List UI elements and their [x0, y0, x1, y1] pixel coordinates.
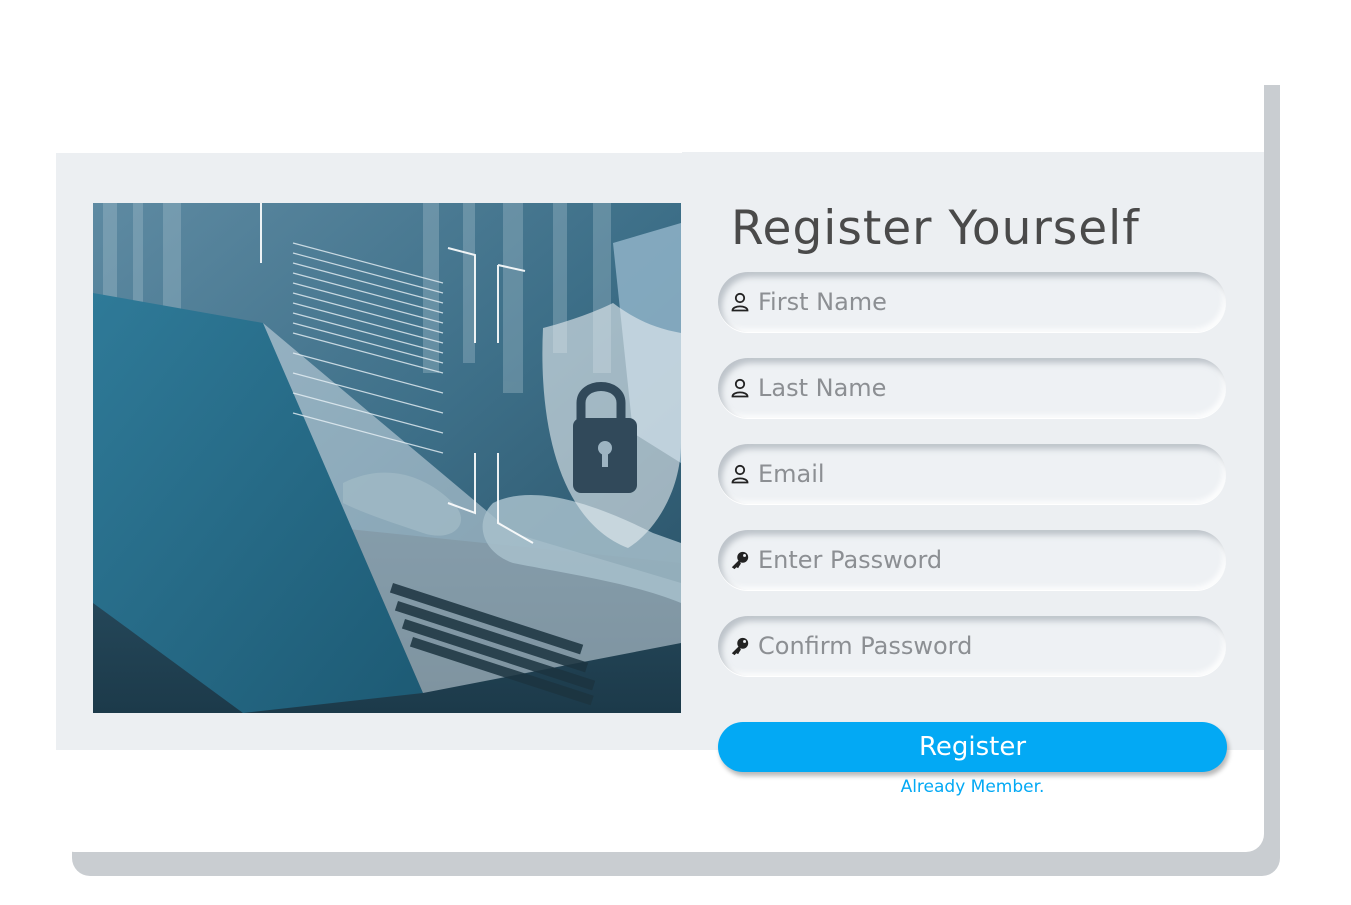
key-icon: [730, 550, 750, 570]
password-field[interactable]: [718, 530, 1226, 590]
email-field[interactable]: [718, 444, 1226, 504]
register-card: Register Yourself First Name Last Name E…: [56, 61, 1264, 852]
card-top: [56, 61, 1264, 101]
user-icon: [730, 292, 750, 312]
key-icon: [730, 636, 750, 656]
confirm-password-input[interactable]: [758, 632, 1188, 660]
confirm-password-field[interactable]: [718, 616, 1226, 676]
first-name-field[interactable]: [718, 272, 1226, 332]
first-name-input[interactable]: [758, 288, 1188, 316]
page: Register Yourself First Name Last Name E…: [0, 0, 1351, 905]
last-name-field[interactable]: [718, 358, 1226, 418]
register-button[interactable]: Register: [718, 722, 1227, 772]
illustration-image: [93, 203, 681, 713]
password-input[interactable]: [758, 546, 1188, 574]
user-icon: [730, 464, 750, 484]
last-name-input[interactable]: [758, 374, 1188, 402]
user-icon: [730, 378, 750, 398]
page-title: Register Yourself: [731, 201, 1140, 256]
email-input[interactable]: [758, 460, 1188, 488]
already-member-link[interactable]: Already Member.: [718, 777, 1227, 797]
